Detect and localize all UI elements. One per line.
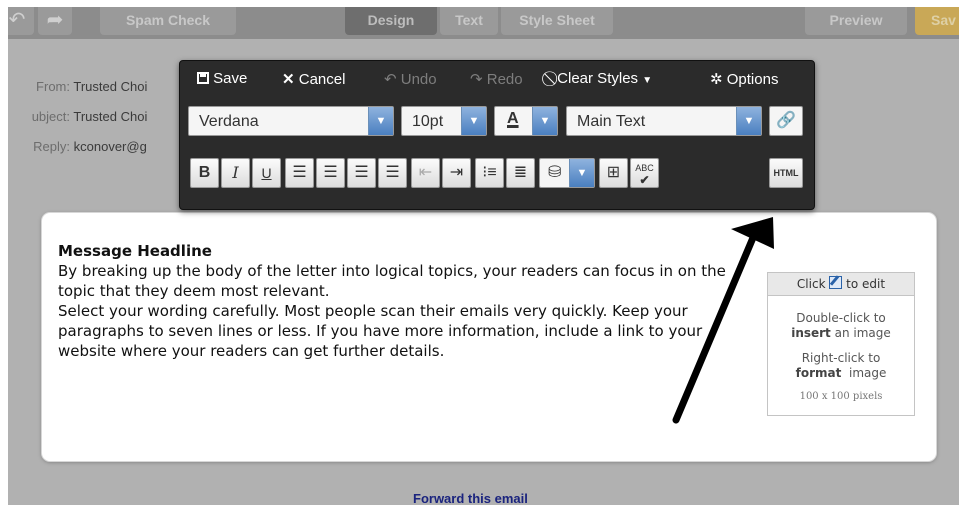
arrow-shaft: [672, 229, 759, 424]
annotation-arrow: [672, 217, 774, 424]
editor-screen: ↶ ➦ Spam Check Design Text Style Sheet P…: [8, 7, 959, 505]
